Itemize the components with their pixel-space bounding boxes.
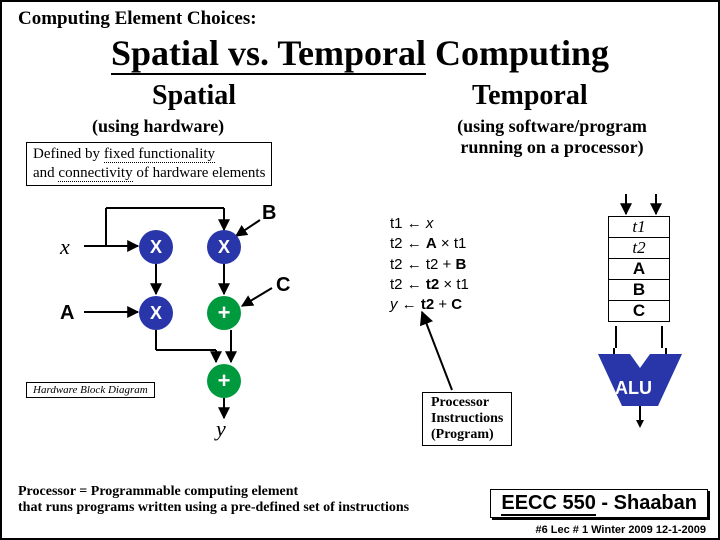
label-y: y bbox=[216, 416, 226, 442]
reg-t2: t2 bbox=[609, 238, 669, 259]
diagram-wires bbox=[26, 194, 356, 444]
defbox-pre: Defined by bbox=[33, 146, 104, 162]
pibox-l1: Processor bbox=[431, 395, 503, 411]
column-heading-temporal: Temporal bbox=[472, 80, 588, 112]
label-a: A bbox=[60, 302, 74, 325]
reg-a: A bbox=[609, 259, 669, 280]
course-author: - Shaaban bbox=[596, 492, 697, 514]
defbox-post: of hardware elements bbox=[133, 165, 266, 181]
defbox-u2: connectivity bbox=[58, 165, 132, 182]
multiplier-node-3: X bbox=[139, 296, 173, 330]
adder-node-2: + bbox=[207, 364, 241, 398]
procnote-l1: Processor = Programmable computing eleme… bbox=[18, 484, 409, 500]
reg-to-alu-wires bbox=[602, 326, 682, 352]
subtitle-temporal: (using software/program running on a pro… bbox=[427, 116, 677, 158]
pibox-l3: (Program) bbox=[431, 427, 503, 443]
subtitle-spatial: (using hardware) bbox=[92, 116, 224, 137]
pibox-l2: Instructions bbox=[431, 411, 503, 427]
slide: Computing Element Choices: Spatial vs. T… bbox=[0, 0, 720, 540]
regfile-in-arrows bbox=[598, 192, 678, 222]
footer-meta: #6 Lec # 1 Winter 2009 12-1-2009 bbox=[535, 524, 706, 536]
slide-title: Spatial vs. Temporal Computing bbox=[2, 32, 718, 74]
label-x: x bbox=[60, 234, 70, 260]
register-file: t1 t2 A B C bbox=[608, 216, 670, 322]
hardware-diagram-label: Hardware Block Diagram bbox=[26, 382, 155, 398]
label-c: C bbox=[276, 274, 290, 297]
title-rest: Computing bbox=[426, 33, 609, 73]
instruction-sequence: t1 ← x t2 ← A × t1 t2 ← t2 + B t2 ← t2 ×… bbox=[390, 214, 469, 315]
defbox-mid: and bbox=[33, 165, 58, 181]
slide-supertitle: Computing Element Choices: bbox=[18, 8, 257, 30]
processor-definition-note: Processor = Programmable computing eleme… bbox=[18, 484, 409, 516]
multiplier-node-1: X bbox=[139, 230, 173, 264]
adder-node-1: + bbox=[207, 296, 241, 330]
reg-b: B bbox=[609, 280, 669, 301]
procnote-l2: that runs programs written using a pre-d… bbox=[18, 500, 409, 516]
course-code: EECC 550 bbox=[501, 492, 596, 516]
defbox-u1: fixed functionality bbox=[104, 146, 215, 163]
alu-label: ALU bbox=[615, 378, 652, 399]
arrow-instructions bbox=[412, 302, 482, 402]
definition-box: Defined by fixed functionality and conne… bbox=[26, 142, 272, 186]
label-b: B bbox=[262, 202, 276, 225]
reg-c: C bbox=[609, 301, 669, 321]
hardware-block-diagram: x A B C y X X X + + Hardware Block Diagr… bbox=[26, 194, 356, 444]
title-underlined: Spatial vs. Temporal bbox=[111, 33, 426, 75]
processor-instructions-box: Processor Instructions (Program) bbox=[422, 392, 512, 446]
course-tag: EECC 550 - Shaaban bbox=[490, 489, 708, 518]
column-heading-spatial: Spatial bbox=[152, 80, 236, 112]
multiplier-node-2: X bbox=[207, 230, 241, 264]
